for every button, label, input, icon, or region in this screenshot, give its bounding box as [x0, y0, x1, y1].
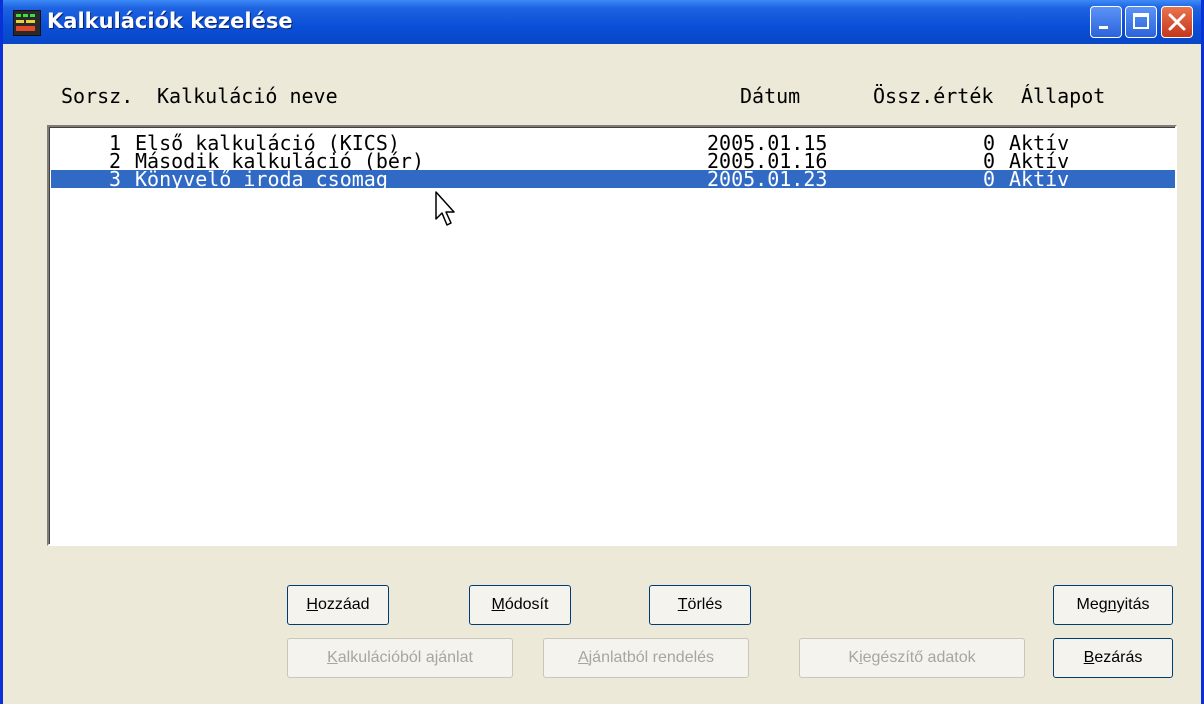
- modify-button[interactable]: Módosít: [469, 585, 571, 625]
- button-label-part: ozzáad: [317, 596, 370, 613]
- button-label-part: alkulációból ajánlat: [337, 649, 473, 666]
- column-header-date[interactable]: Dátum: [740, 84, 800, 108]
- window-title: Kalkulációk kezelése: [47, 9, 293, 33]
- calculations-list[interactable]: 1 Első kalkuláció (KICS) 2005.01.15 0 Ak…: [47, 125, 1177, 546]
- open-button[interactable]: Meg n yitás: [1053, 585, 1173, 625]
- title-bar[interactable]: Kalkulációk kezelése: [3, 0, 1201, 44]
- accelerator-key: T: [677, 596, 688, 613]
- minimize-button[interactable]: [1090, 6, 1122, 38]
- column-header-value[interactable]: Össz.érték: [873, 84, 993, 108]
- add-button[interactable]: Hozzáad: [287, 585, 389, 625]
- offer-from-calculation-button[interactable]: Kalkulációból ajánlat: [287, 638, 513, 678]
- row-name: Könyvelő iroda csomag: [135, 167, 388, 191]
- order-from-offer-button[interactable]: Ajánlatból rendelés: [543, 638, 749, 678]
- client-area: Sorsz. Kalkuláció neve Dátum Össz.érték …: [3, 44, 1201, 704]
- column-header-status[interactable]: Állapot: [1021, 84, 1105, 108]
- button-label-part: jánlatból rendelés: [588, 649, 715, 666]
- delete-button[interactable]: Törlés: [649, 585, 751, 625]
- column-header-name[interactable]: Kalkuláció neve: [157, 84, 338, 108]
- button-label-part: ezárás: [1094, 649, 1143, 666]
- button-label-part: egészítő adatok: [862, 649, 976, 666]
- calculations-window: Kalkulációk kezelése Sorsz. Kalkuláció n…: [0, 0, 1204, 704]
- close-window-button[interactable]: [1161, 6, 1193, 38]
- accelerator-key: B: [1083, 649, 1095, 666]
- button-label-part: Meg: [1076, 596, 1108, 613]
- button-label-part: ódosít: [504, 596, 549, 613]
- button-label-part: K: [848, 649, 860, 666]
- button-label-part: yitás: [1116, 596, 1150, 613]
- minimize-icon: [1099, 26, 1108, 29]
- row-date: 2005.01.23: [707, 167, 828, 191]
- column-header-sorsz[interactable]: Sorsz.: [61, 84, 133, 108]
- mouse-pointer-icon: [435, 191, 455, 226]
- accelerator-key: K: [327, 649, 338, 666]
- app-icon: [13, 10, 41, 36]
- accelerator-key: n: [1107, 596, 1117, 613]
- accelerator-key: M: [491, 596, 505, 613]
- row-status: Aktív: [1009, 167, 1070, 191]
- accelerator-key: A: [577, 649, 589, 666]
- row-number: 3: [109, 167, 122, 191]
- close-button[interactable]: Bezárás: [1053, 638, 1173, 678]
- row-value: 0: [983, 167, 996, 191]
- maximize-button[interactable]: [1125, 6, 1157, 38]
- close-icon: [1168, 13, 1186, 31]
- accelerator-key: H: [306, 596, 318, 613]
- list-item-selected[interactable]: 3 Könyvelő iroda csomag 2005.01.23 0 Akt…: [51, 167, 1175, 191]
- extra-data-button[interactable]: Ki egészítő adatok: [799, 638, 1025, 678]
- maximize-icon: [1133, 13, 1149, 29]
- button-label-part: örlés: [687, 596, 723, 613]
